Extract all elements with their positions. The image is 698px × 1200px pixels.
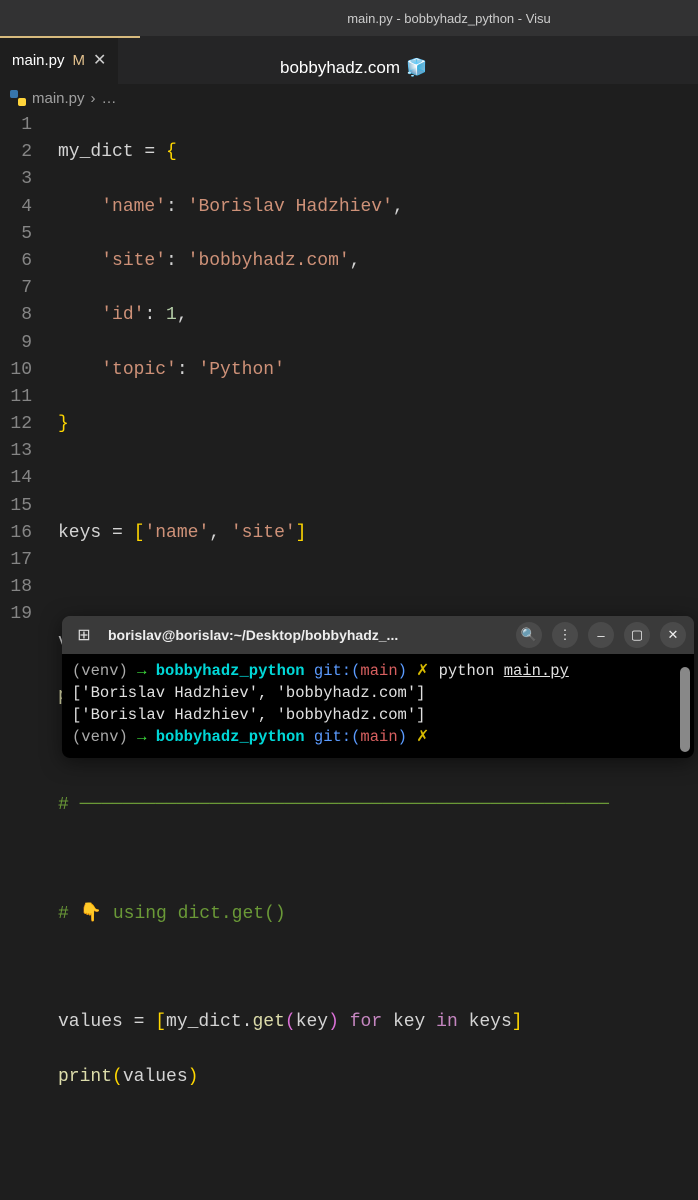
- line-number: 10: [0, 357, 32, 384]
- watermark-emoji: 🧊: [406, 58, 427, 78]
- line-number: 9: [0, 330, 32, 357]
- breadcrumb-filename: main.py: [32, 90, 85, 107]
- terminal-line: (venv) → bobbyhadz_python git:(main) ✗: [72, 726, 684, 748]
- line-number: 8: [0, 302, 32, 329]
- terminal-line: (venv) → bobbyhadz_python git:(main) ✗ p…: [72, 660, 684, 682]
- terminal-menu-icon[interactable]: ⋮: [552, 622, 578, 648]
- terminal-title: borislav@borislav:~/Desktop/bobbyhadz_..…: [108, 627, 506, 643]
- line-number: 15: [0, 493, 32, 520]
- line-number: 2: [0, 139, 32, 166]
- line-number: 4: [0, 194, 32, 221]
- code-line: [58, 466, 609, 493]
- tab-filename: main.py: [12, 52, 65, 69]
- watermark: bobbyhadz.com 🧊: [280, 58, 427, 78]
- line-number-gutter: 1 2 3 4 5 6 7 8 9 10 11 12 13 14 15 16 1…: [0, 112, 40, 1200]
- breadcrumb[interactable]: main.py › …: [0, 84, 698, 112]
- terminal-search-icon[interactable]: 🔍: [516, 622, 542, 648]
- line-number: 1: [0, 112, 32, 139]
- watermark-text: bobbyhadz.com: [280, 58, 400, 78]
- line-number: 5: [0, 221, 32, 248]
- line-number: 14: [0, 465, 32, 492]
- python-file-icon: [10, 90, 26, 106]
- title-bar: main.py - bobbyhadz_python - Visu: [0, 0, 698, 36]
- terminal-header[interactable]: ⊞ borislav@borislav:~/Desktop/bobbyhadz_…: [62, 616, 694, 654]
- line-number: 3: [0, 166, 32, 193]
- terminal-output: ['Borislav Hadzhiev', 'bobbyhadz.com']: [72, 704, 684, 726]
- code-line: }: [58, 411, 609, 438]
- terminal-minimize-icon[interactable]: –: [588, 622, 614, 648]
- code-line: 'site': 'bobbyhadz.com',: [58, 248, 609, 275]
- tab-close-icon[interactable]: ✕: [93, 50, 106, 70]
- code-line: 'id': 1,: [58, 302, 609, 329]
- code-line: print(values): [58, 1064, 609, 1091]
- code-line: [58, 846, 609, 873]
- code-line: # ──────────────────────────────────────…: [58, 792, 609, 819]
- terminal-scrollbar[interactable]: [680, 667, 690, 752]
- code-line: [58, 955, 609, 982]
- line-number: 6: [0, 248, 32, 275]
- line-number: 16: [0, 520, 32, 547]
- code-line: [58, 1118, 609, 1145]
- line-number: 17: [0, 547, 32, 574]
- line-number: 18: [0, 574, 32, 601]
- window-title: main.py - bobbyhadz_python - Visu: [347, 11, 551, 26]
- pointer-emoji: 👇: [80, 904, 102, 924]
- code-line: [58, 574, 609, 601]
- line-number: 12: [0, 411, 32, 438]
- line-number: 7: [0, 275, 32, 302]
- code-line: values = [my_dict.get(key) for key in ke…: [58, 1009, 609, 1036]
- terminal-new-tab-icon[interactable]: ⊞: [70, 621, 98, 649]
- breadcrumb-rest: …: [102, 90, 117, 107]
- terminal-window: ⊞ borislav@borislav:~/Desktop/bobbyhadz_…: [62, 616, 694, 758]
- code-line: 'name': 'Borislav Hadzhiev',: [58, 194, 609, 221]
- code-line: 'topic': 'Python': [58, 357, 609, 384]
- line-number: 19: [0, 601, 32, 628]
- editor-tab[interactable]: main.py M ✕: [0, 36, 118, 84]
- terminal-output: ['Borislav Hadzhiev', 'bobbyhadz.com']: [72, 682, 684, 704]
- terminal-close-icon[interactable]: ✕: [660, 622, 686, 648]
- code-line: my_dict = {: [58, 139, 609, 166]
- code-line: keys = ['name', 'site']: [58, 520, 609, 547]
- breadcrumb-separator: ›: [91, 90, 96, 107]
- terminal-body[interactable]: (venv) → bobbyhadz_python git:(main) ✗ p…: [62, 654, 694, 758]
- tab-active-indicator: [0, 36, 140, 38]
- line-number: 13: [0, 438, 32, 465]
- line-number: 11: [0, 384, 32, 411]
- code-line: # 👇 using dict.get(): [58, 901, 609, 928]
- tab-modified-indicator: M: [73, 52, 86, 69]
- terminal-maximize-icon[interactable]: ▢: [624, 622, 650, 648]
